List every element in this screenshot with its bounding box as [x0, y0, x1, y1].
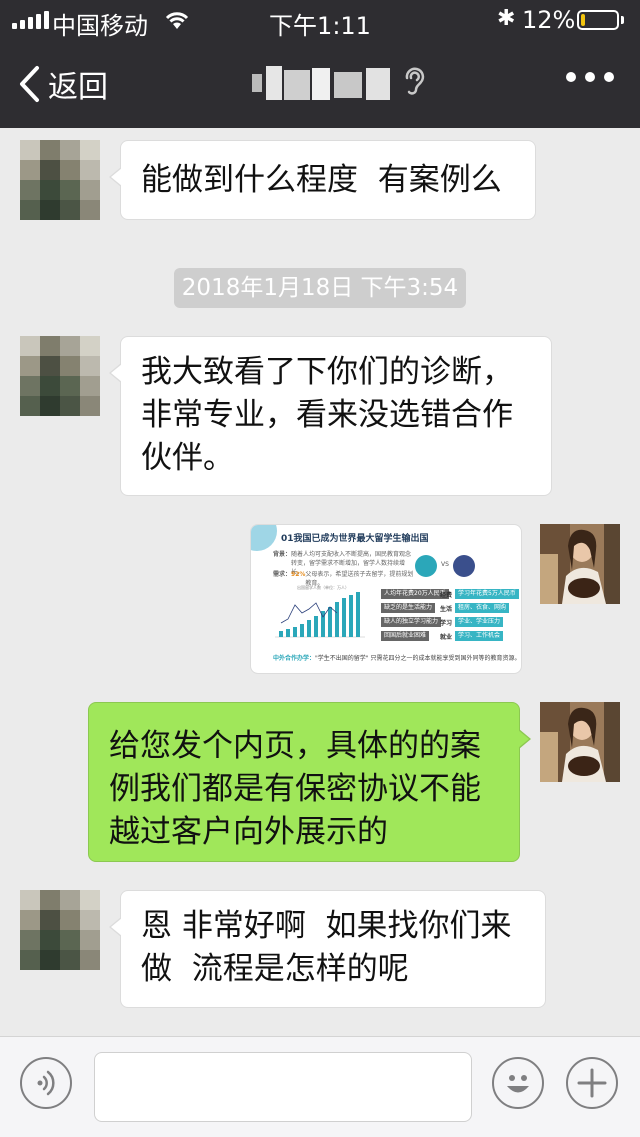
message-bubble[interactable]: 恩 非常好啊 如果找你们来 做 流程是怎样的呢	[109, 890, 546, 1008]
message-line: 做 流程是怎样的呢	[141, 951, 409, 987]
slide-footer-label: 中外合作办学：	[273, 655, 316, 662]
slide-highlight: 92%	[291, 571, 306, 578]
slide-tag: 租房、衣食、网购	[455, 603, 510, 613]
nav-bar: 返回	[0, 40, 640, 128]
slide-tag: 缺乏的是生活能力	[381, 603, 436, 613]
slide-tag: 学业、学业压力	[455, 617, 504, 627]
message-bubble[interactable]: 能做到什么程度 有案例么	[109, 140, 536, 220]
slide-circle-left	[415, 555, 437, 577]
message-line: 我大致看了下你们的诊断，	[141, 354, 513, 390]
battery-tip	[621, 16, 624, 24]
more-icon-dot	[566, 72, 576, 82]
my-avatar[interactable]	[540, 524, 620, 604]
contact-avatar[interactable]	[20, 890, 100, 970]
slide-vs: VS	[441, 561, 449, 568]
battery-icon	[577, 10, 619, 30]
slide-bar-chart: 出国留学人数（单位：万人）	[275, 584, 365, 638]
globe-decoration	[251, 525, 277, 551]
plus-button[interactable]	[566, 1057, 618, 1109]
slide-footer: 中外合作办学："学生不出国的留学" 只需花四分之一的成本就能享受到国外同等的教育…	[273, 653, 520, 662]
emoji-icon	[507, 1075, 529, 1093]
voice-icon	[37, 1070, 55, 1096]
slide-tag: 人均年花费20万人民币	[381, 589, 449, 599]
slide-tag: 学习、工作机会	[455, 631, 504, 641]
contact-avatar[interactable]	[20, 140, 100, 220]
slide-tag-key: 就业	[440, 634, 453, 641]
voice-button[interactable]	[20, 1057, 72, 1109]
contact-avatar[interactable]	[20, 336, 100, 416]
input-bar	[0, 1036, 640, 1137]
chevron-left-icon	[20, 66, 39, 102]
ear-icon	[405, 67, 425, 95]
my-avatar[interactable]	[540, 702, 620, 782]
message-bubble[interactable]: 我大致看了下你们的诊断， 非常专业，看来没选错合作 伙伴。	[109, 336, 552, 496]
slide-tag: 回国后就业困难	[381, 631, 430, 641]
message-line: 给您发个内页，具体的的案	[109, 728, 481, 764]
more-icon-dot	[585, 72, 595, 82]
slide-chart-caption: 出国留学人数（单位：万人）	[297, 584, 349, 590]
battery-level	[581, 14, 585, 26]
message-line: 非常专业，看来没选错合作	[141, 397, 513, 433]
timestamp: 2018年1月18日 下午3:54	[174, 268, 466, 308]
message-line: 越过客户向外展示的	[109, 814, 388, 850]
back-label: 返回	[48, 70, 108, 105]
slide-tag: 缺人的独立学习能力	[381, 617, 442, 627]
slide-tag: 学习年花费5万人民币	[455, 589, 519, 599]
more-icon-dot	[604, 72, 614, 82]
battery-percent: 12%	[522, 6, 576, 34]
message-bubble[interactable]: 给您发个内页，具体的的案 例我们都是有保密协议不能 越过客户向外展示的	[88, 702, 531, 862]
message-line: 伙伴。	[141, 440, 234, 476]
slide-para-label: 背景：	[273, 551, 292, 558]
image-message[interactable]: 01我国已成为世界最大留学生输出国 背景：随着人均可支配收入不断提高，国民教育观…	[250, 524, 522, 674]
slide-tag-key: 经费	[440, 592, 453, 599]
status-bar: 中国移动 下午1:11 ✱ 12%	[0, 0, 640, 40]
back-button[interactable]: 返回	[18, 62, 108, 106]
more-button[interactable]	[566, 72, 614, 82]
slide-title: 01我国已成为世界最大留学生输出国	[281, 534, 429, 544]
slide-tag-key: 学习	[440, 620, 453, 627]
message-line: 例我们都是有保密协议不能	[109, 771, 481, 807]
slide-footer-text: "学生不出国的留学" 只需花四分之一的成本就能享受到国外同等的教育资源。	[315, 655, 521, 662]
plus-icon	[577, 1068, 607, 1098]
bluetooth-icon: ✱	[497, 6, 516, 31]
slide-tag-key: 生活	[440, 606, 453, 613]
message-line: 恩 非常好啊 如果找你们来	[141, 908, 512, 944]
message-text: 能做到什么程度 有案例么	[141, 162, 502, 198]
slide-circle-right	[453, 555, 475, 577]
emoji-button[interactable]	[492, 1057, 544, 1109]
chat-title-blurred	[250, 62, 400, 104]
message-input[interactable]	[94, 1052, 472, 1122]
slide-para-label: 需求：	[273, 571, 292, 578]
